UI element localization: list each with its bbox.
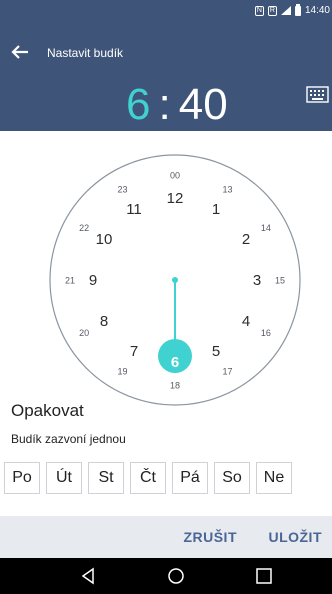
alarm-header: Nastavit budík 6 : 40 — [0, 22, 332, 131]
status-bar: N R 14:40 — [0, 0, 332, 22]
back-nav-icon[interactable] — [78, 566, 98, 586]
repeat-title: Opakovat — [11, 401, 84, 420]
hour-label-12[interactable]: 12 — [167, 190, 184, 207]
day-thursday[interactable]: Čt — [130, 462, 166, 494]
hour-label-4[interactable]: 4 — [242, 313, 250, 330]
action-bar: ZRUŠIT ULOŽIT — [0, 516, 332, 558]
clock-dial-area: 12 1 2 3 4 5 6 7 8 9 10 11 00 13 14 15 16 17 18 19 20 21 22 23 — [0, 131, 332, 406]
day-monday[interactable]: Po — [4, 462, 40, 494]
navigation-bar — [0, 558, 332, 594]
back-arrow-icon[interactable] — [10, 42, 30, 62]
recent-apps-icon[interactable] — [254, 566, 274, 586]
hour-label-6[interactable]: 6 — [171, 354, 179, 371]
hour-label-23[interactable]: 23 — [117, 185, 127, 195]
hour-label-14[interactable]: 14 — [261, 223, 271, 233]
repeat-subtitle: Budík zazvoní jednou — [11, 432, 126, 446]
day-tuesday[interactable]: Út — [46, 462, 82, 494]
hour-label-21[interactable]: 21 — [65, 276, 75, 286]
hour-label-13[interactable]: 13 — [222, 185, 232, 195]
hour-label-11[interactable]: 11 — [126, 201, 142, 218]
day-selector: Po Út St Čt Pá So Ne — [4, 462, 292, 494]
signal-icon — [280, 6, 291, 15]
hour-label-00[interactable]: 00 — [170, 171, 180, 181]
cancel-button[interactable]: ZRUŠIT — [183, 529, 237, 545]
day-wednesday[interactable]: St — [88, 462, 124, 494]
save-button[interactable]: ULOŽIT — [268, 529, 322, 545]
hour-label-18[interactable]: 18 — [170, 381, 180, 391]
hour-label-7[interactable]: 7 — [130, 343, 138, 360]
dual-sim-icon: R — [267, 5, 277, 16]
clock-dial[interactable]: 121234567891011 001314151617181920212223 — [46, 151, 304, 409]
day-friday[interactable]: Pá — [172, 462, 208, 494]
battery-icon — [294, 3, 301, 16]
status-time: 14:40 — [304, 5, 330, 16]
home-nav-icon[interactable] — [166, 566, 186, 586]
time-separator: : — [158, 80, 171, 129]
hour-label-17[interactable]: 17 — [222, 366, 232, 376]
day-saturday[interactable]: So — [214, 462, 250, 494]
hour-label-16[interactable]: 16 — [261, 328, 271, 338]
hour-label-2[interactable]: 2 — [242, 231, 250, 248]
hour-label-22[interactable]: 22 — [79, 223, 89, 233]
status-icons: N R 14:40 — [254, 3, 330, 16]
hour-value[interactable]: 6 — [126, 80, 150, 130]
hour-label-1[interactable]: 1 — [212, 201, 220, 218]
page-title: Nastavit budík — [47, 46, 124, 60]
hour-label-9[interactable]: 9 — [89, 272, 97, 289]
keyboard-icon[interactable] — [306, 86, 329, 103]
hour-label-19[interactable]: 19 — [117, 366, 127, 376]
minute-value[interactable]: 40 — [179, 80, 228, 130]
hour-label-3[interactable]: 3 — [253, 272, 261, 289]
nfc-icon: N — [254, 5, 264, 16]
hour-label-8[interactable]: 8 — [100, 313, 108, 330]
hour-label-20[interactable]: 20 — [79, 328, 89, 338]
hour-label-15[interactable]: 15 — [275, 276, 285, 286]
time-display: 6 : 40 — [126, 80, 228, 130]
hour-label-10[interactable]: 10 — [96, 231, 113, 248]
day-sunday[interactable]: Ne — [256, 462, 292, 494]
hour-label-5[interactable]: 5 — [212, 343, 220, 360]
